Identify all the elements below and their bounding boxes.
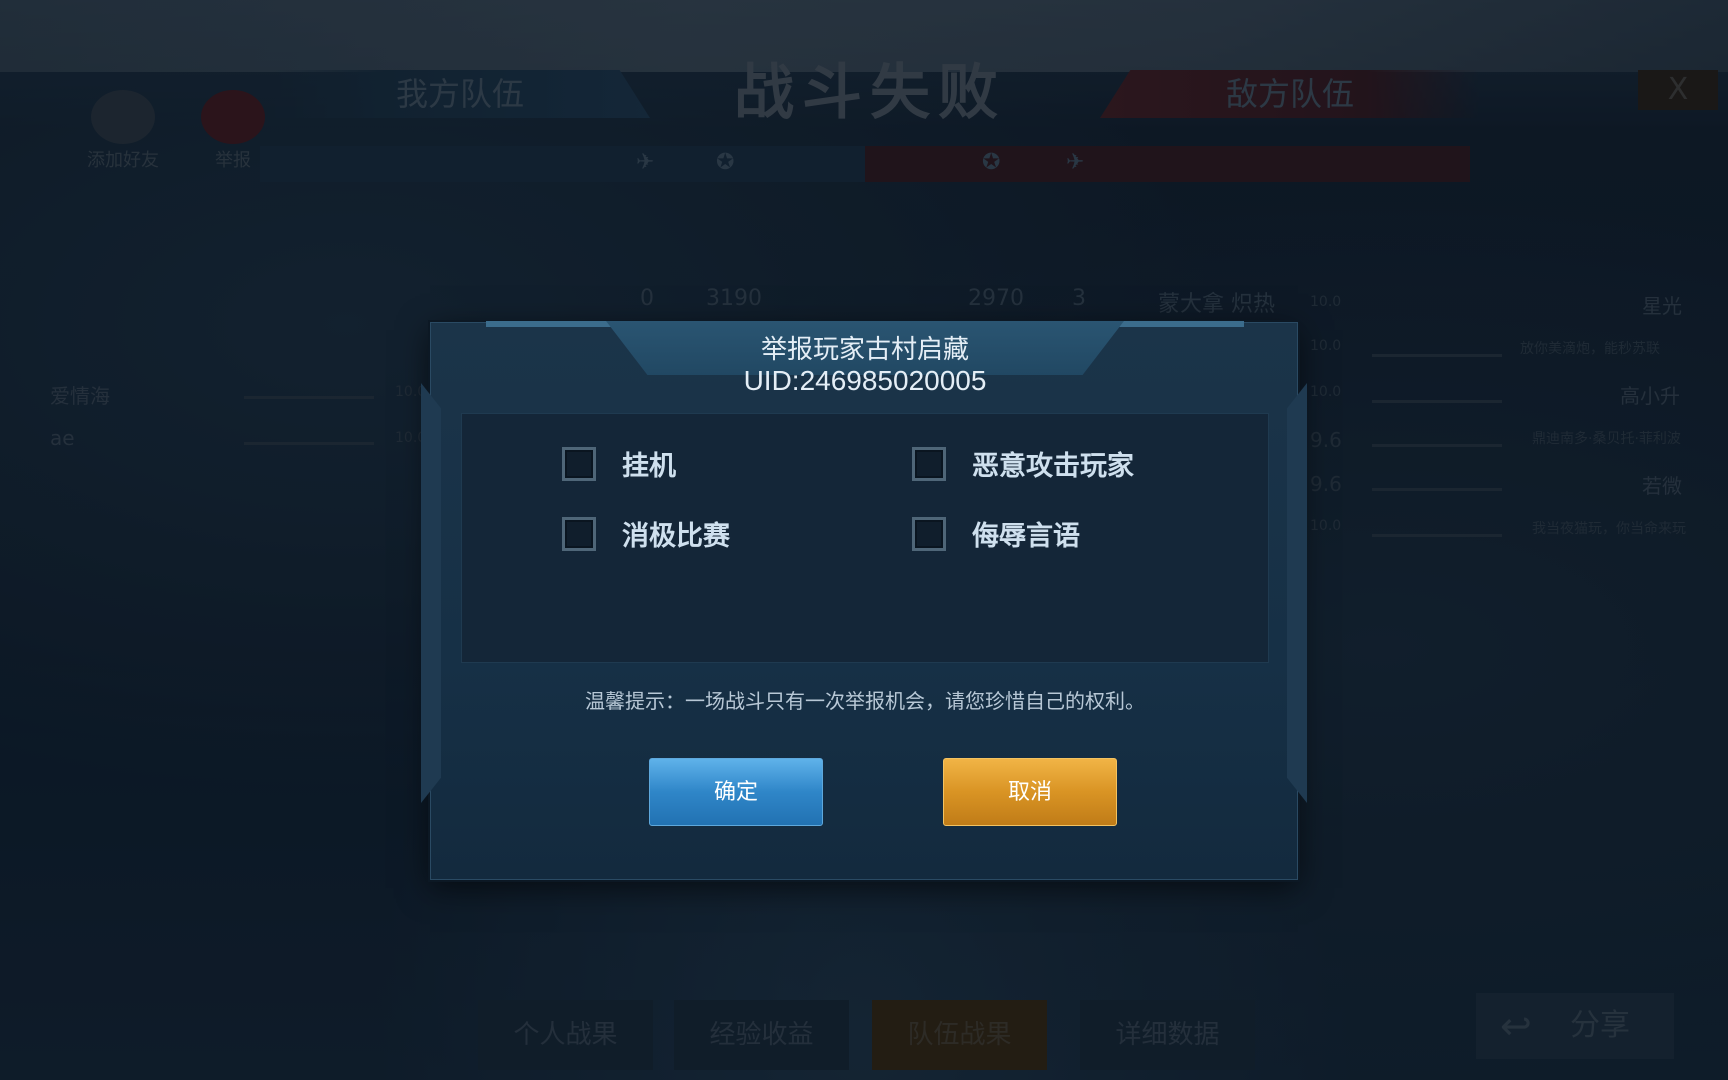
passive-play-checkbox[interactable] (562, 516, 596, 551)
dialog-title: 举报玩家古村启藏 (760, 335, 969, 365)
cancel-button[interactable]: 取消 (943, 758, 1117, 826)
dialog-frame (1287, 383, 1307, 803)
dialog-frame (421, 383, 441, 803)
option-malicious-attack[interactable]: 恶意攻击玩家 (912, 444, 1134, 483)
report-tip: 温馨提示：一场战斗只有一次举报机会，请您珍惜自己的权利。 (585, 689, 1145, 713)
confirm-button[interactable]: 确定 (649, 758, 823, 826)
malicious-attack-checkbox[interactable] (912, 446, 946, 481)
option-insulting-language[interactable]: 侮辱言语 (912, 514, 1080, 553)
option-afk[interactable]: 挂机 (562, 444, 676, 483)
report-options-panel: 挂机 恶意攻击玩家 消极比赛 侮辱言语 (461, 413, 1269, 663)
report-dialog: 举报玩家古村启藏 UID:246985020005 挂机 恶意攻击玩家 消极比赛… (421, 321, 1307, 880)
option-passive-play[interactable]: 消极比赛 (562, 514, 730, 553)
insulting-language-checkbox[interactable] (912, 516, 946, 551)
option-label: 恶意攻击玩家 (972, 451, 1134, 482)
option-label: 侮辱言语 (972, 521, 1080, 552)
option-label: 挂机 (622, 451, 676, 482)
player-uid: UID:246985020005 (743, 365, 987, 396)
afk-checkbox[interactable] (562, 446, 596, 481)
option-label: 消极比赛 (622, 521, 730, 552)
